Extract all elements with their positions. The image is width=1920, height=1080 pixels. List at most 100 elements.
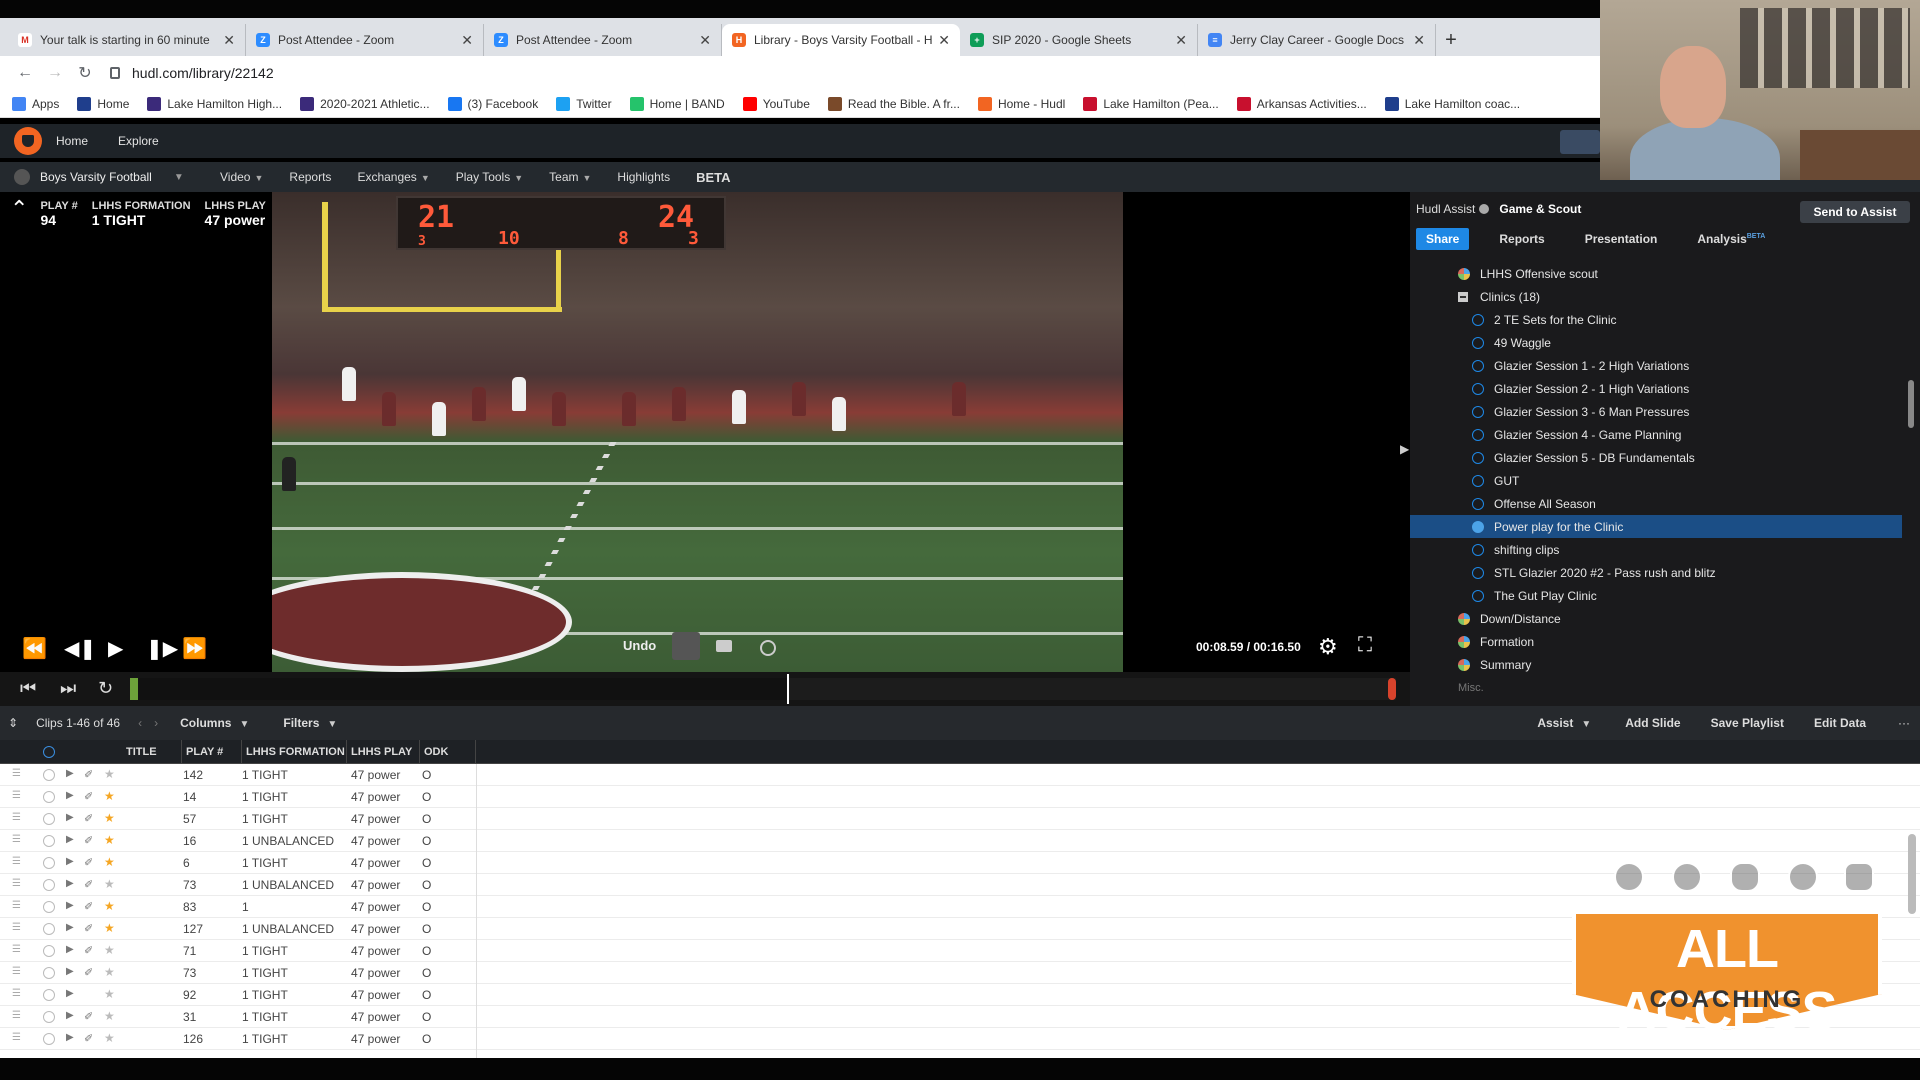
row-star-icon[interactable]: ★ bbox=[104, 987, 115, 1001]
bookmark-item[interactable]: Twitter bbox=[556, 96, 612, 111]
row-star-icon[interactable]: ★ bbox=[104, 877, 115, 891]
row-star-icon[interactable]: ★ bbox=[104, 767, 115, 781]
row-star-icon[interactable]: ★ bbox=[104, 811, 115, 825]
drag-handle-icon[interactable]: ☰ bbox=[12, 790, 21, 801]
row-edit-icon[interactable]: ✐ bbox=[84, 878, 93, 891]
columns-button[interactable]: Columns ▼ bbox=[180, 716, 249, 730]
tab-presentation[interactable]: Presentation bbox=[1575, 228, 1668, 250]
bookmark-item[interactable]: Lake Hamilton High... bbox=[147, 96, 282, 111]
playhead[interactable] bbox=[787, 674, 789, 704]
col-lhhs-play[interactable]: LHHS PLAY bbox=[347, 740, 420, 764]
upload-button[interactable] bbox=[1560, 130, 1600, 154]
playlist-tree-item[interactable]: Glazier Session 3 - 6 Man Pressures bbox=[1410, 400, 1902, 423]
row-checkbox[interactable] bbox=[43, 1011, 55, 1023]
nav-home[interactable]: Home bbox=[56, 134, 88, 148]
radio-icon[interactable] bbox=[1472, 359, 1484, 372]
hudl-logo[interactable] bbox=[14, 127, 42, 155]
bookmark-item[interactable]: Home - Hudl bbox=[977, 96, 1065, 111]
row-checkbox[interactable] bbox=[43, 791, 55, 803]
row-star-icon[interactable]: ★ bbox=[104, 899, 115, 913]
info-icon[interactable] bbox=[1479, 204, 1490, 214]
row-play-icon[interactable]: ▶ bbox=[66, 1032, 74, 1043]
fast-forward-icon[interactable]: ⏩ bbox=[182, 636, 207, 661]
row-checkbox[interactable] bbox=[43, 923, 55, 935]
expand-panel-icon[interactable]: ▶ bbox=[1400, 442, 1409, 456]
playlist-tree-item[interactable]: Glazier Session 5 - DB Fundamentals bbox=[1410, 446, 1902, 469]
row-edit-icon[interactable]: ✐ bbox=[84, 1010, 93, 1023]
edit-data-button[interactable]: Edit Data bbox=[1814, 716, 1866, 730]
back-icon[interactable]: ← bbox=[10, 64, 40, 82]
col-title[interactable]: TITLE bbox=[122, 740, 182, 764]
row-star-icon[interactable]: ★ bbox=[104, 855, 115, 869]
radio-icon[interactable] bbox=[1472, 405, 1484, 418]
row-play-icon[interactable]: ▶ bbox=[66, 1010, 74, 1021]
subnav-item[interactable]: Exchanges ▼ bbox=[357, 170, 429, 184]
beta-label[interactable]: BETA bbox=[696, 170, 730, 185]
table-row[interactable]: ☰ ▶ ✐ ★ 14 1 TIGHT 47 power O bbox=[0, 786, 1920, 808]
radio-icon[interactable] bbox=[1472, 451, 1484, 464]
skip-to-start-icon[interactable]: ⏮ bbox=[20, 678, 36, 699]
subnav-item[interactable]: Team ▼ bbox=[549, 170, 591, 184]
row-star-icon[interactable]: ★ bbox=[104, 921, 115, 935]
bookmark-item[interactable]: (3) Facebook bbox=[447, 96, 538, 111]
table-row[interactable]: ☰ ▶ ✐ ★ 142 1 TIGHT 47 power O bbox=[0, 764, 1920, 786]
table-row[interactable]: ☰ ▶ ✐ ★ 16 1 UNBALANCED 47 power O bbox=[0, 830, 1920, 852]
drag-handle-icon[interactable]: ☰ bbox=[12, 900, 21, 911]
playlist-tree-item[interactable]: Glazier Session 4 - Game Planning bbox=[1410, 423, 1902, 446]
col-formation[interactable]: LHHS FORMATION bbox=[242, 740, 347, 764]
browser-tab[interactable]: H Library - Boys Varsity Football - H ✕ bbox=[722, 24, 960, 56]
undo-button[interactable]: Undo bbox=[623, 638, 656, 653]
reload-icon[interactable]: ↻ bbox=[70, 63, 100, 83]
bookmark-item[interactable]: Home bbox=[77, 96, 129, 111]
timeline-start-marker[interactable] bbox=[130, 678, 138, 700]
row-play-icon[interactable]: ▶ bbox=[66, 834, 74, 845]
close-tab-icon[interactable]: ✕ bbox=[1413, 32, 1425, 49]
col-play-number[interactable]: PLAY # bbox=[182, 740, 242, 764]
playlist-tree-item[interactable]: LHHS Offensive scout bbox=[1410, 262, 1902, 285]
more-options-icon[interactable]: ··· bbox=[1898, 716, 1910, 730]
close-tab-icon[interactable]: ✕ bbox=[699, 32, 711, 49]
close-tab-icon[interactable]: ✕ bbox=[461, 32, 473, 49]
save-playlist-button[interactable]: Save Playlist bbox=[1711, 716, 1784, 730]
row-play-icon[interactable]: ▶ bbox=[66, 922, 74, 933]
url-field[interactable]: hudl.com/library/22142 bbox=[110, 65, 274, 81]
drag-handle-icon[interactable]: ☰ bbox=[12, 966, 21, 977]
bookmark-item[interactable]: 2020-2021 Athletic... bbox=[300, 96, 430, 111]
row-star-icon[interactable]: ★ bbox=[104, 1031, 115, 1045]
radio-icon[interactable] bbox=[1472, 566, 1484, 579]
row-play-icon[interactable]: ▶ bbox=[66, 878, 74, 889]
playlist-tree-item[interactable]: Offense All Season bbox=[1410, 492, 1902, 515]
radio-selected-icon[interactable] bbox=[1472, 520, 1484, 533]
row-star-icon[interactable]: ★ bbox=[104, 789, 115, 803]
bookmark-item[interactable]: Arkansas Activities... bbox=[1236, 96, 1367, 111]
row-edit-icon[interactable]: ✐ bbox=[84, 966, 93, 979]
radio-icon[interactable] bbox=[1472, 543, 1484, 556]
row-star-icon[interactable]: ★ bbox=[104, 833, 115, 847]
next-page-icon[interactable]: › bbox=[154, 716, 158, 730]
drag-handle-icon[interactable]: ☰ bbox=[12, 812, 21, 823]
browser-tab[interactable]: Z Post Attendee - Zoom ✕ bbox=[246, 24, 484, 56]
row-checkbox[interactable] bbox=[43, 967, 55, 979]
row-checkbox[interactable] bbox=[43, 989, 55, 1001]
pen-tool-icon[interactable] bbox=[672, 632, 700, 660]
tab-share[interactable]: Share bbox=[1416, 228, 1470, 250]
playlist-tree-item[interactable]: Glazier Session 1 - 2 High Variations bbox=[1410, 354, 1902, 377]
collapse-chevron-icon[interactable]: ⌃ bbox=[10, 198, 28, 228]
assist-button[interactable]: Assist ▼ bbox=[1537, 716, 1591, 730]
forward-icon[interactable]: → bbox=[40, 64, 70, 82]
row-edit-icon[interactable]: ✐ bbox=[84, 856, 93, 869]
radio-icon[interactable] bbox=[1472, 336, 1484, 349]
row-edit-icon[interactable]: ✐ bbox=[84, 812, 93, 825]
row-checkbox[interactable] bbox=[43, 813, 55, 825]
bookmark-item[interactable]: Read the Bible. A fr... bbox=[827, 96, 960, 111]
playlist-tree-item[interactable]: Summary bbox=[1410, 653, 1902, 676]
add-slide-button[interactable]: Add Slide bbox=[1625, 716, 1680, 730]
radio-icon[interactable] bbox=[1472, 428, 1484, 441]
fullscreen-icon[interactable]: ⛶ bbox=[1358, 634, 1372, 657]
row-play-icon[interactable]: ▶ bbox=[66, 944, 74, 955]
send-to-assist-button[interactable]: Send to Assist bbox=[1800, 201, 1910, 223]
row-edit-icon[interactable]: ✐ bbox=[84, 944, 93, 957]
playlist-tree-item[interactable]: Misc. bbox=[1410, 676, 1902, 699]
playlist-tree-item[interactable]: 49 Waggle bbox=[1410, 331, 1902, 354]
row-play-icon[interactable]: ▶ bbox=[66, 768, 74, 779]
